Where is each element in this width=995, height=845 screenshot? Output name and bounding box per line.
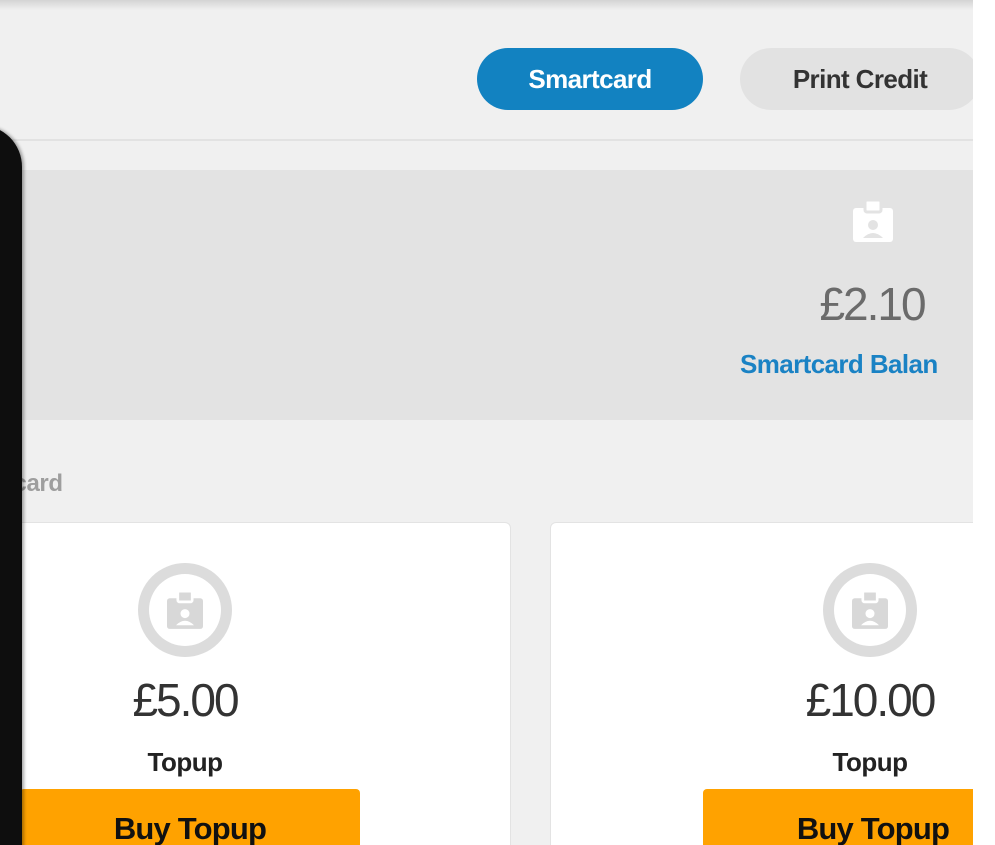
product-name: Topup xyxy=(147,747,223,777)
phone-mockup xyxy=(0,125,22,845)
product-price: £5.00 xyxy=(132,674,239,726)
buy-topup-button[interactable]: Buy Topup xyxy=(703,789,973,845)
product-icon-circle xyxy=(138,563,232,657)
id-badge-icon xyxy=(167,589,203,629)
id-badge-icon xyxy=(853,198,893,242)
buy-topup-button[interactable]: Buy Topup xyxy=(20,789,360,845)
product-name: Topup xyxy=(832,747,908,777)
product-icon-circle xyxy=(823,563,917,657)
product-price: £10.00 xyxy=(805,674,937,726)
top-shadow xyxy=(0,0,973,10)
balance-label: Smartcard Balan xyxy=(740,349,938,379)
id-badge-icon xyxy=(852,589,888,629)
right-margin xyxy=(973,0,995,845)
tab-smartcard[interactable]: Smartcard xyxy=(477,48,703,110)
product-card: £5.00 Topup Buy Topup xyxy=(0,522,511,845)
tabs-divider xyxy=(0,139,973,141)
product-card: £10.00 Topup Buy Topup xyxy=(550,522,973,845)
balance-amount: £2.10 xyxy=(819,278,926,330)
app-viewport: Smartcard Print Credit £2.10 Smartcard B… xyxy=(0,0,973,845)
tab-print-credit[interactable]: Print Credit xyxy=(740,48,973,110)
